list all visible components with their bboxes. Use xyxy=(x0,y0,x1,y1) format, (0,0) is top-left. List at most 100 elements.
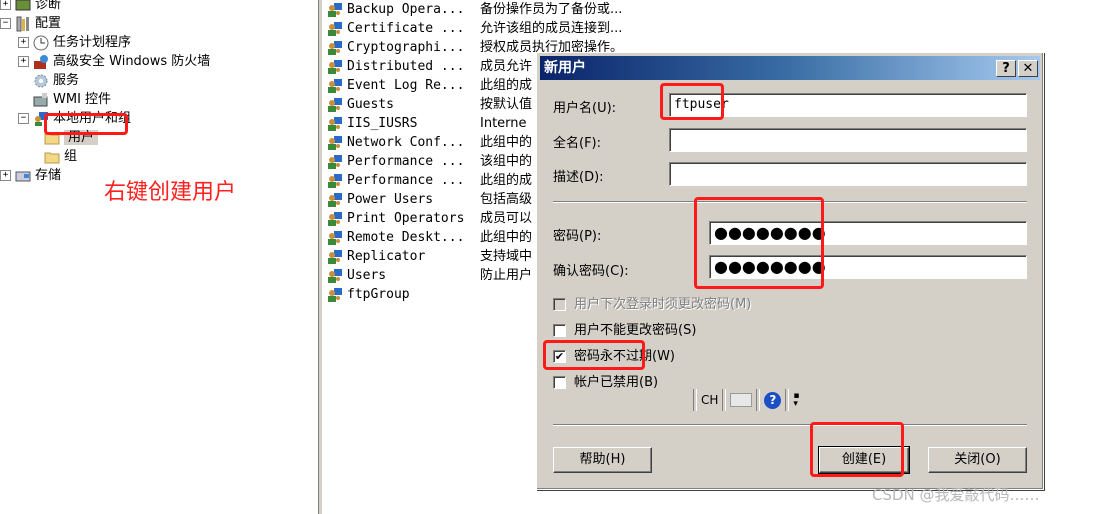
highlight-passwords xyxy=(694,197,824,289)
option-checkbox[interactable]: 用户下次登录时须更改密码(M) xyxy=(553,296,751,314)
group-row[interactable]: Network Conf... 此组中的 xyxy=(324,133,532,152)
gear-icon xyxy=(33,73,49,89)
expand-toggle-icon[interactable]: + xyxy=(18,56,29,67)
group-row[interactable]: Event Log Re... 此组的成 xyxy=(324,76,532,95)
group-row[interactable]: Certificate ... 允许该组的成员连接到... xyxy=(324,19,622,38)
group-icon xyxy=(327,78,343,94)
group-row[interactable]: ftpGroup xyxy=(324,285,410,304)
group-row[interactable]: Power Users 包括高级 xyxy=(324,190,532,209)
language-indicator[interactable]: CH xyxy=(701,393,718,407)
group-description: 防止用户 xyxy=(480,268,533,283)
highlight-create-button xyxy=(810,422,904,477)
group-description: 允许该组的成员连接到... xyxy=(480,21,623,36)
close-title-button[interactable]: ✕ xyxy=(1018,60,1038,77)
dialog-title: 新用户 xyxy=(544,60,586,76)
group-name: Network Conf... xyxy=(347,135,465,150)
option-checkbox[interactable]: 帐户已禁用(B) xyxy=(553,374,658,392)
wmi-icon xyxy=(33,92,49,108)
group-description: 此组的成 xyxy=(480,78,533,93)
expand-toggle-icon[interactable]: + xyxy=(18,37,29,48)
group-row[interactable]: Remote Deskt... 此组中的 xyxy=(324,228,532,247)
group-name: Backup Opera... xyxy=(347,2,465,17)
checkbox-box[interactable] xyxy=(553,298,566,311)
group-icon xyxy=(327,173,343,189)
description-label: 描述(D): xyxy=(553,170,604,185)
configuration-icon xyxy=(15,16,31,32)
separator xyxy=(553,424,1027,426)
langbar-separator xyxy=(756,389,761,411)
group-name: Users xyxy=(347,268,387,283)
expand-toggle-icon[interactable]: + xyxy=(0,170,11,181)
tree-item-label: 组 xyxy=(64,149,78,164)
group-row[interactable]: Distributed ... 成员允许 xyxy=(324,57,532,76)
expand-toggle-icon[interactable]: − xyxy=(18,113,29,124)
help-circle-icon[interactable]: ? xyxy=(764,391,782,409)
tree-item[interactable]: + 高级安全 Windows 防火墙 xyxy=(18,52,210,71)
tree-item-label: 服务 xyxy=(53,73,80,88)
group-icon xyxy=(327,135,343,151)
group-icon xyxy=(327,2,343,18)
tree-item[interactable]: 组 xyxy=(44,147,77,166)
diagnostics-icon xyxy=(15,0,31,13)
dialog-titlebar[interactable]: 新用户 ? ✕ xyxy=(540,56,1040,80)
langbar-options-icon[interactable]: ▪ ▾ xyxy=(793,392,799,409)
checkbox-box[interactable] xyxy=(553,376,566,389)
checkbox-label: 帐户已禁用(B) xyxy=(574,375,659,390)
group-row[interactable]: Backup Opera... 备份操作员为了备份或... xyxy=(324,0,622,19)
pane-splitter[interactable] xyxy=(318,0,323,514)
description-input[interactable] xyxy=(669,162,1027,186)
keyboard-icon[interactable] xyxy=(730,393,753,407)
group-icon xyxy=(327,249,343,265)
group-row[interactable]: Print Operators 成员可以 xyxy=(324,209,532,228)
group-name: Event Log Re... xyxy=(347,78,465,93)
option-checkbox[interactable]: 用户不能更改密码(S) xyxy=(553,322,696,340)
language-bar: CH ? ▪ ▾ xyxy=(689,387,800,413)
group-row[interactable]: Users 防止用户 xyxy=(324,266,532,285)
highlight-never-expire xyxy=(543,340,645,370)
langbar-separator xyxy=(693,389,697,411)
group-description: 成员可以 xyxy=(480,211,533,226)
expand-toggle-icon[interactable]: + xyxy=(0,0,11,10)
fullname-label: 全名(F): xyxy=(553,136,602,151)
expand-toggle-icon[interactable]: − xyxy=(0,18,11,29)
group-icon xyxy=(327,268,343,284)
storage-icon xyxy=(15,168,31,184)
checkbox-label: 用户下次登录时须更改密码(M) xyxy=(574,297,752,312)
group-row[interactable]: Performance ... 该组中的 xyxy=(324,152,532,171)
group-name: Certificate ... xyxy=(347,21,465,36)
clock-icon xyxy=(33,35,49,51)
group-description: 支持域中 xyxy=(480,249,533,264)
fullname-input[interactable] xyxy=(669,128,1027,152)
tree-item[interactable]: WMI 控件 xyxy=(18,90,111,109)
group-name: Performance ... xyxy=(347,173,465,188)
group-row[interactable]: Guests 按默认值 xyxy=(324,95,532,114)
group-name: ftpGroup xyxy=(347,287,410,302)
highlight-username xyxy=(660,83,724,120)
help-button[interactable]: 帮助(H) xyxy=(553,447,652,473)
group-row[interactable]: IIS_IUSRS Interne xyxy=(324,114,527,133)
group-row[interactable]: Cryptographi... 授权成员执行加密操作。 xyxy=(324,38,623,57)
watermark: CSDN @我爱敲代码…… xyxy=(872,486,1040,504)
group-icon xyxy=(327,211,343,227)
group-row[interactable]: Performance ... 此组的成 xyxy=(324,171,532,190)
tree-item[interactable]: + 任务计划程序 xyxy=(18,33,131,52)
group-row[interactable]: Replicator 支持域中 xyxy=(324,247,532,266)
console-tree: + 诊断 − 配置 + 任务计划程序 + 高级安全 Windows 防火墙 服务 WMI 控件 − 本… xyxy=(0,0,318,514)
group-description: 按默认值 xyxy=(480,97,533,112)
checkbox-box[interactable] xyxy=(553,324,566,337)
group-description: Interne xyxy=(480,116,527,131)
password-label: 密码(P): xyxy=(553,229,602,244)
tree-item-label: 存储 xyxy=(35,168,62,183)
group-name: Cryptographi... xyxy=(347,40,465,55)
group-icon xyxy=(327,287,343,303)
group-description: 该组中的 xyxy=(480,154,533,169)
group-description: 此组中的 xyxy=(480,135,533,150)
tree-item[interactable]: + 诊断 xyxy=(0,0,61,14)
help-title-button[interactable]: ? xyxy=(996,60,1016,77)
tree-item[interactable]: 服务 xyxy=(18,71,79,90)
tree-item[interactable]: + 存储 xyxy=(0,166,61,185)
group-name: Performance ... xyxy=(347,154,465,169)
tree-item[interactable]: − 配置 xyxy=(0,14,61,33)
close-button[interactable]: 关闭(O) xyxy=(928,447,1027,473)
username-label: 用户名(U): xyxy=(553,101,617,116)
